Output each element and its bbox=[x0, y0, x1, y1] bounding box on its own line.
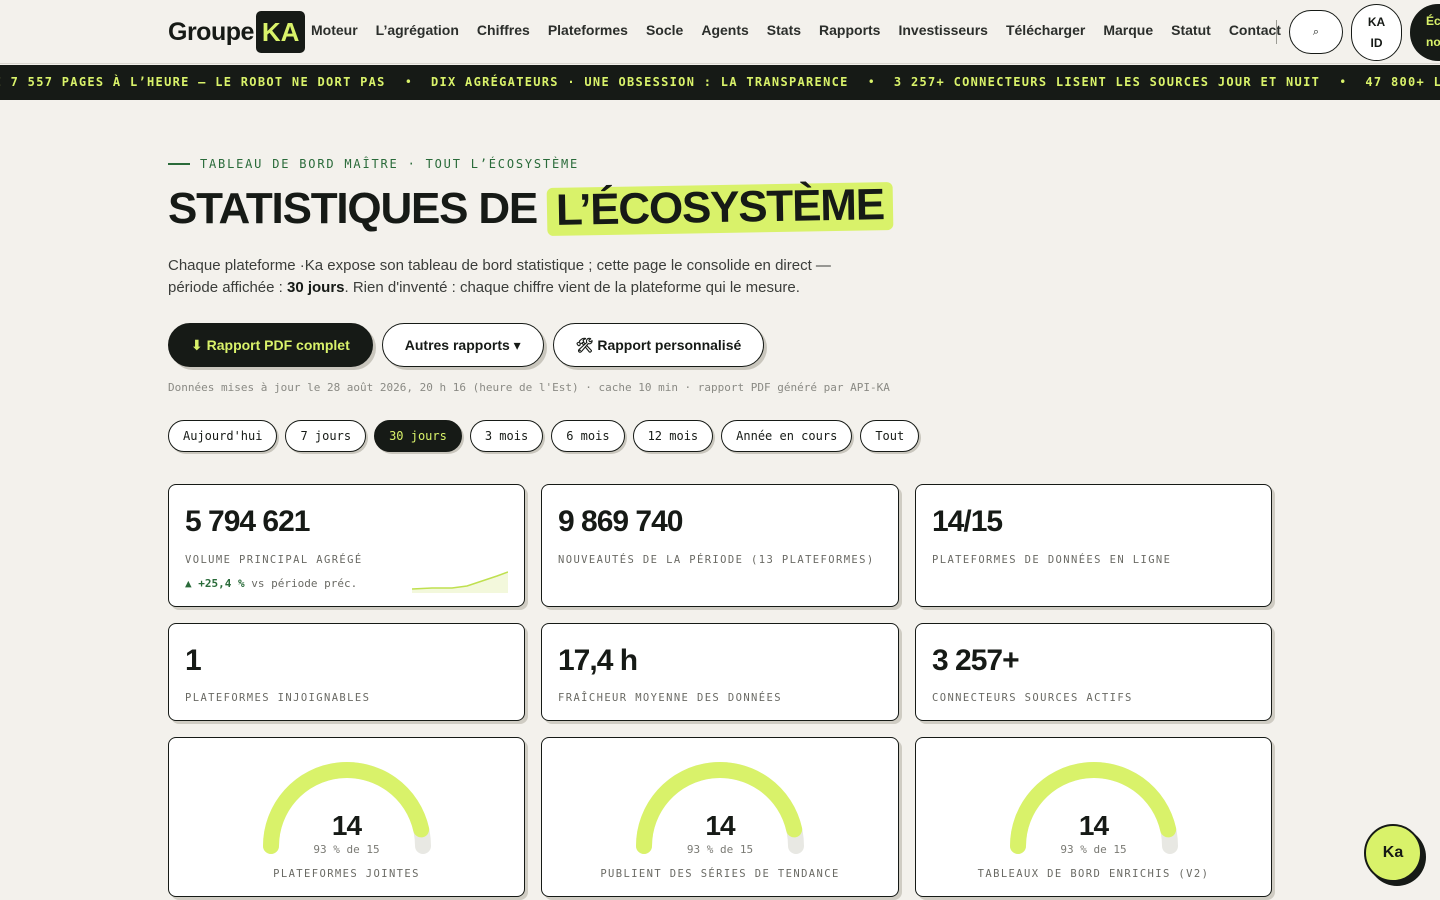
stat-card-connectors: 3 257+ CONNECTEURS SOURCES ACTIFS bbox=[915, 623, 1272, 721]
title-highlight: L’ÉCOSYSTÈME bbox=[546, 180, 894, 237]
nav-link-socle[interactable]: Socle bbox=[646, 22, 683, 38]
stat-value: 5 794 621 bbox=[185, 505, 310, 538]
period-7-days[interactable]: 7 jours bbox=[285, 420, 367, 452]
period-selector: Aujourd'hui 7 jours 30 jours 3 mois 6 mo… bbox=[168, 420, 927, 452]
stat-value: 9 869 740 bbox=[558, 505, 683, 538]
period-all[interactable]: Tout bbox=[860, 420, 920, 452]
nav-link-moteur[interactable]: Moteur bbox=[311, 22, 358, 38]
stat-card-new-items: 9 869 740 NOUVEAUTÉS DE LA PÉRIODE (13 P… bbox=[541, 484, 899, 607]
stat-label: PLATEFORMES DE DONNÉES EN LIGNE bbox=[932, 554, 1172, 566]
stat-value: 14/15 bbox=[932, 505, 1003, 538]
stat-card-platforms-online: 14/15 PLATEFORMES DE DONNÉES EN LIGNE bbox=[915, 484, 1272, 607]
period-12-months[interactable]: 12 mois bbox=[632, 420, 714, 452]
gauge-subtext: 93 % de 15 bbox=[1060, 843, 1127, 856]
sparkline-chart bbox=[412, 571, 508, 593]
page-eyebrow: TABLEAU DE BORD MAÎTRE · TOUT L’ÉCOSYSTÈ… bbox=[168, 157, 579, 171]
page-description: Chaque plateforme ·Ka expose son tableau… bbox=[168, 255, 868, 299]
stat-label: FRAÎCHEUR MOYENNE DES DONNÉES bbox=[558, 692, 782, 704]
gauge-card-enriched-dashboards: 14 93 % de 15 TABLEAUX DE BORD ENRICHIS … bbox=[915, 737, 1272, 897]
nav-link-agregation[interactable]: L’agrégation bbox=[376, 22, 459, 38]
pdf-report-button[interactable]: ⬇ Rapport PDF complet bbox=[168, 323, 373, 367]
other-reports-dropdown[interactable]: Autres rapports ▾ bbox=[381, 323, 544, 367]
nav-link-rapports[interactable]: Rapports bbox=[819, 22, 880, 38]
eyebrow-text: TABLEAU DE BORD MAÎTRE · TOUT L’ÉCOSYSTÈ… bbox=[200, 157, 580, 171]
eco-line1: Éc bbox=[1426, 14, 1440, 28]
nav-link-contact[interactable]: Contact bbox=[1229, 22, 1281, 38]
stat-card-unreachable: 1 PLATEFORMES INJOIGNABLES bbox=[168, 623, 525, 721]
stat-value: 17,4 h bbox=[558, 644, 638, 677]
gauge-label: PLATEFORMES JOINTES bbox=[273, 868, 420, 880]
ticker-item: DEXE 7 557 PAGES À L’HEURE — LE ROBOT NE… bbox=[0, 75, 386, 89]
stat-card-volume: 5 794 621 VOLUME PRINCIPAL AGRÉGÉ ▲ +25,… bbox=[168, 484, 525, 607]
stat-delta: ▲ +25,4 % vs période préc. bbox=[185, 577, 357, 590]
ticker-separator: • bbox=[1339, 75, 1347, 89]
stat-label: VOLUME PRINCIPAL AGRÉGÉ bbox=[185, 554, 363, 566]
page-title: STATISTIQUES DE L’ÉCOSYSTÈME bbox=[168, 180, 894, 237]
nav-link-investisseurs[interactable]: Investisseurs bbox=[898, 22, 988, 38]
period-today[interactable]: Aujourd'hui bbox=[168, 420, 278, 452]
stat-label: PLATEFORMES INJOIGNABLES bbox=[185, 692, 371, 704]
nav-link-marque[interactable]: Marque bbox=[1103, 22, 1153, 38]
nav-link-chiffres[interactable]: Chiffres bbox=[477, 22, 530, 38]
ticker-separator: • bbox=[404, 75, 412, 89]
ticker-item: DIX AGRÉGATEURS · UNE OBSESSION : LA TRA… bbox=[430, 75, 849, 89]
nav-link-agents[interactable]: Agents bbox=[701, 22, 748, 38]
logo-badge: KA bbox=[255, 11, 306, 53]
gauge-card-platforms-joined: 14 93 % de 15 PLATEFORMES JOINTES bbox=[168, 737, 525, 897]
period-current-year[interactable]: Année en cours bbox=[721, 420, 853, 452]
stat-value: 3 257+ bbox=[932, 644, 1020, 677]
desc-period: 30 jours bbox=[286, 279, 345, 296]
site-header: Groupe KA Moteur L’agrégation Chiffres P… bbox=[0, 0, 1440, 64]
period-3-months[interactable]: 3 mois bbox=[469, 420, 544, 452]
nav-link-plateformes[interactable]: Plateformes bbox=[548, 22, 628, 38]
logo-text: Groupe bbox=[168, 17, 254, 46]
nav-link-telecharger[interactable]: Télécharger bbox=[1006, 22, 1085, 38]
period-30-days[interactable]: 30 jours bbox=[374, 420, 462, 452]
ticker-separator: • bbox=[867, 75, 875, 89]
desc-part2: . Rien d'inventé : chaque chiffre vient … bbox=[344, 279, 800, 296]
ka-id-line2: ID bbox=[1370, 36, 1383, 50]
gauge-subtext: 93 % de 15 bbox=[313, 843, 380, 856]
report-actions: ⬇ Rapport PDF complet Autres rapports ▾ … bbox=[168, 323, 773, 367]
update-timestamp: Données mises à jour le 28 août 2026, 20… bbox=[168, 381, 890, 394]
ka-id-button[interactable]: KA ID bbox=[1351, 4, 1402, 61]
search-icon: ⌕ bbox=[1312, 25, 1320, 38]
eco-line2: no bbox=[1426, 35, 1440, 49]
gauge-value: 14 bbox=[1078, 810, 1109, 841]
main-nav: Moteur L’agrégation Chiffres Plateformes… bbox=[311, 22, 1299, 38]
gauge-card-trend-series: 14 93 % de 15 PUBLIENT DES SÉRIES DE TEN… bbox=[541, 737, 899, 897]
assistant-chat-button[interactable]: Ka bbox=[1364, 824, 1422, 882]
nav-link-stats[interactable]: Stats bbox=[767, 22, 801, 38]
stat-label: NOUVEAUTÉS DE LA PÉRIODE (13 PLATEFORMES… bbox=[558, 554, 875, 566]
stat-card-freshness: 17,4 h FRAÎCHEUR MOYENNE DES DONNÉES bbox=[541, 623, 899, 721]
stat-value: 1 bbox=[185, 644, 202, 677]
gauge-subtext: 93 % de 15 bbox=[686, 843, 754, 856]
news-ticker: DEXE 7 557 PAGES À L’HEURE — LE ROBOT NE… bbox=[0, 65, 1440, 100]
period-6-months[interactable]: 6 mois bbox=[551, 420, 625, 452]
ticker-item: 3 257+ CONNECTEURS LISENT LES SOURCES JO… bbox=[893, 75, 1321, 89]
ecosystem-button[interactable]: Éc no bbox=[1410, 4, 1440, 61]
title-main: STATISTIQUES DE bbox=[168, 184, 538, 233]
gauge-value: 14 bbox=[331, 810, 362, 841]
gauge-label: TABLEAUX DE BORD ENRICHIS (V2) bbox=[977, 868, 1210, 880]
ticker-item: 47 800+ LOGEMENT bbox=[1365, 75, 1440, 89]
delta-value: ▲ +25,4 % bbox=[185, 577, 245, 590]
nav-divider bbox=[1276, 20, 1277, 44]
delta-suffix: vs période préc. bbox=[244, 577, 358, 590]
custom-report-button[interactable]: 🛠 Rapport personnalisé bbox=[552, 323, 765, 367]
eyebrow-line bbox=[168, 163, 190, 165]
gauge-value: 14 bbox=[705, 810, 735, 841]
ka-id-line1: KA bbox=[1367, 15, 1386, 29]
stat-label: CONNECTEURS SOURCES ACTIFS bbox=[932, 692, 1133, 704]
brand-logo[interactable]: Groupe KA bbox=[168, 11, 306, 53]
gauge-label: PUBLIENT DES SÉRIES DE TENDANCE bbox=[600, 868, 840, 880]
search-button[interactable]: ⌕ bbox=[1289, 10, 1343, 54]
nav-link-statut[interactable]: Statut bbox=[1171, 22, 1211, 38]
